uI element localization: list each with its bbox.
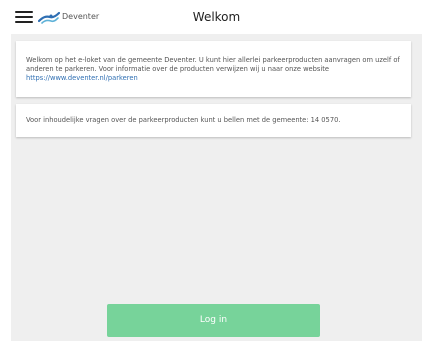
contact-info-card: Voor inhoudelijke vragen over de parkeer… [16, 104, 411, 137]
login-button[interactable]: Log in [107, 304, 320, 337]
welcome-info-card: Welkom op het e-loket van de gemeente De… [16, 41, 411, 97]
welcome-text: Welkom op het e-loket van de gemeente De… [26, 56, 400, 73]
contact-text: Voor inhoudelijke vragen over de parkeer… [26, 116, 341, 124]
page-title: Welkom [192, 10, 241, 24]
app-header: Deventer Welkom [0, 0, 433, 34]
welcome-content: Welkom op het e-loket van de gemeente De… [11, 34, 422, 341]
parkeren-link[interactable]: https://www.deventer.nl/parkeren [26, 74, 138, 82]
